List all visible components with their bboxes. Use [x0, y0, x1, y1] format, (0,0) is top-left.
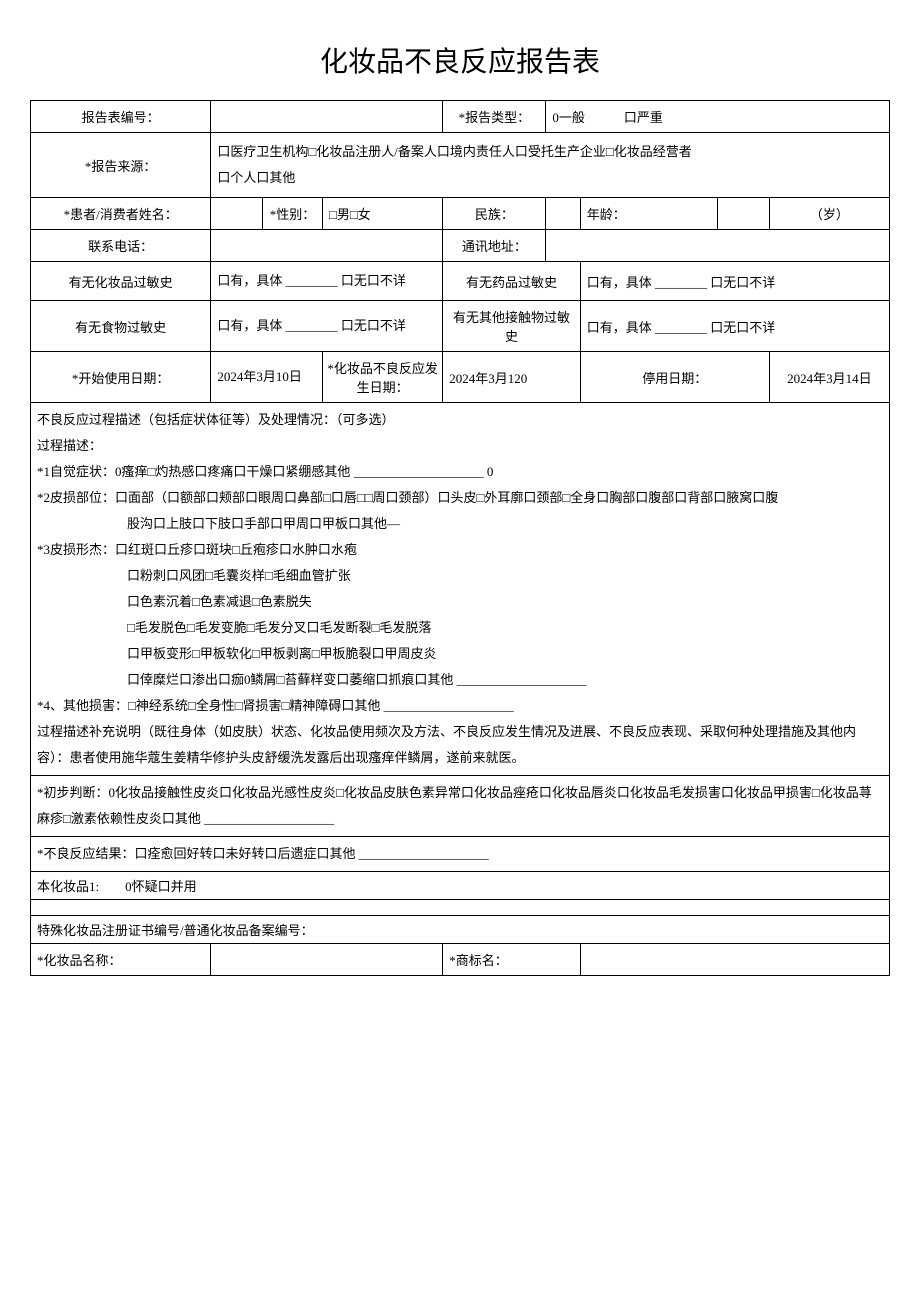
symptom-3e[interactable]: 口甲板变形□甲板软化□甲板剥离□甲板脆裂口甲周皮炎: [37, 641, 883, 667]
address-value[interactable]: [546, 230, 890, 262]
gender-label: *性别：: [262, 198, 322, 230]
symptom-1[interactable]: *1自觉症状：0瘙痒□灼热感口疼痛口干燥口紧绷感其他 _____________…: [37, 459, 883, 485]
reaction-date-value[interactable]: 2024年3月120: [443, 352, 580, 403]
other-allergy-label: 有无其他接触物过敏史: [443, 301, 580, 352]
spacer-row: [31, 900, 890, 916]
symptom-2a[interactable]: *2皮损部位：口面部（口额部口颊部口眼周口鼻部□口唇□□周口颈部）口头皮□外耳廓…: [37, 485, 883, 511]
cosmetic-allergy-label: 有无化妆品过敏史: [31, 262, 211, 301]
ethnic-label: 民族：: [443, 198, 546, 230]
address-label: 通讯地址：: [443, 230, 546, 262]
description-block: 不良反应过程描述（包括症状体征等）及处理情况：（可多选） 过程描述： *1自觉症…: [31, 403, 890, 776]
start-date-label: *开始使用日期：: [31, 352, 211, 403]
brand-value[interactable]: [580, 944, 889, 976]
cosmetic-allergy-opts[interactable]: 口有，具体 ________ 口无口不详: [211, 262, 443, 301]
page-title: 化妆品不良反应报告表: [30, 40, 890, 80]
report-no-label: 报告表编号：: [31, 101, 211, 133]
report-type-label: *报告类型：: [443, 101, 546, 133]
symptom-3a[interactable]: *3皮损形杰：口红斑口丘疹口斑块□丘疱疹口水肿口水疱: [37, 537, 883, 563]
symptom-3c[interactable]: 口色素沉着□色素减退□色素脱失: [37, 589, 883, 615]
brand-label: *商标名：: [443, 944, 580, 976]
age-unit: （岁）: [769, 198, 889, 230]
product1-block[interactable]: 本化妆品1: 0怀疑口并用: [31, 872, 890, 900]
food-allergy-opts[interactable]: 口有，具体 ________ 口无口不详: [211, 301, 443, 352]
report-form-table: 报告表编号： *报告类型： 0一般 口严重 *报告来源： 口医疗卫生机构□化妆品…: [30, 100, 890, 976]
symptom-4[interactable]: *4、其他损害：□神经系统□全身性□肾损害□精神障碍口其他 __________…: [37, 693, 883, 719]
report-source-label: *报告来源：: [31, 133, 211, 198]
product-name-value[interactable]: [211, 944, 443, 976]
patient-name-value[interactable]: [211, 198, 263, 230]
report-no-value[interactable]: [211, 101, 443, 133]
reg-no-row[interactable]: 特殊化妆品注册证书编号/普通化妆品备案编号：: [31, 916, 890, 944]
process-label: 过程描述：: [37, 433, 883, 459]
supplement-text: 过程描述补充说明（既往身体（如皮肤）状态、化妆品使用频次及方法、不良反应发生情况…: [37, 719, 883, 771]
gender-opts[interactable]: □男□女: [323, 198, 443, 230]
judgment-block[interactable]: *初步判断：0化妆品接触性皮炎口化妆品光感性皮炎□化妆品皮肤色素异常口化妆品痤疮…: [31, 776, 890, 837]
symptom-3d[interactable]: □毛发脱色□毛发变脆□毛发分叉口毛发断裂□毛发脱落: [37, 615, 883, 641]
report-type-opts[interactable]: 0一般 口严重: [546, 101, 890, 133]
result-block[interactable]: *不良反应结果：口痊愈回好转口未好转口后遗症口其他 ______________…: [31, 837, 890, 872]
other-allergy-opts[interactable]: 口有，具体 ________ 口无口不详: [580, 301, 889, 352]
phone-value[interactable]: [211, 230, 443, 262]
food-allergy-label: 有无食物过敏史: [31, 301, 211, 352]
symptom-3f[interactable]: 口倖糜烂口渗出口痂0鳞屑□苔藓样变口萎缩口抓痕口其他 _____________…: [37, 667, 883, 693]
drug-allergy-label: 有无药品过敏史: [443, 262, 580, 301]
symptom-3b[interactable]: 口粉刺口风团□毛囊炎样□毛细血管扩张: [37, 563, 883, 589]
phone-label: 联系电话：: [31, 230, 211, 262]
desc-header: 不良反应过程描述（包括症状体征等）及处理情况：（可多选）: [37, 407, 883, 433]
drug-allergy-opts[interactable]: 口有，具体 ________ 口无口不详: [580, 262, 889, 301]
age-label: 年龄：: [580, 198, 717, 230]
symptom-2b[interactable]: 股沟口上肢口下肢口手部口甲周口甲板口其他—: [37, 511, 883, 537]
stop-date-value[interactable]: 2024年3月14日: [769, 352, 889, 403]
reaction-date-label: *化妆品不良反应发生日期：: [323, 352, 443, 403]
ethnic-value[interactable]: [546, 198, 580, 230]
start-date-value[interactable]: 2024年3月10日: [211, 352, 323, 403]
patient-name-label: *患者/消费者姓名：: [31, 198, 211, 230]
stop-date-label: 停用日期：: [580, 352, 769, 403]
product-name-label: *化妆品名称：: [31, 944, 211, 976]
report-source-opts[interactable]: 口医疗卫生机构□化妆品注册人/备案人口境内责任人口受托生产企业□化妆品经营者 口…: [211, 133, 890, 198]
age-value[interactable]: [718, 198, 770, 230]
